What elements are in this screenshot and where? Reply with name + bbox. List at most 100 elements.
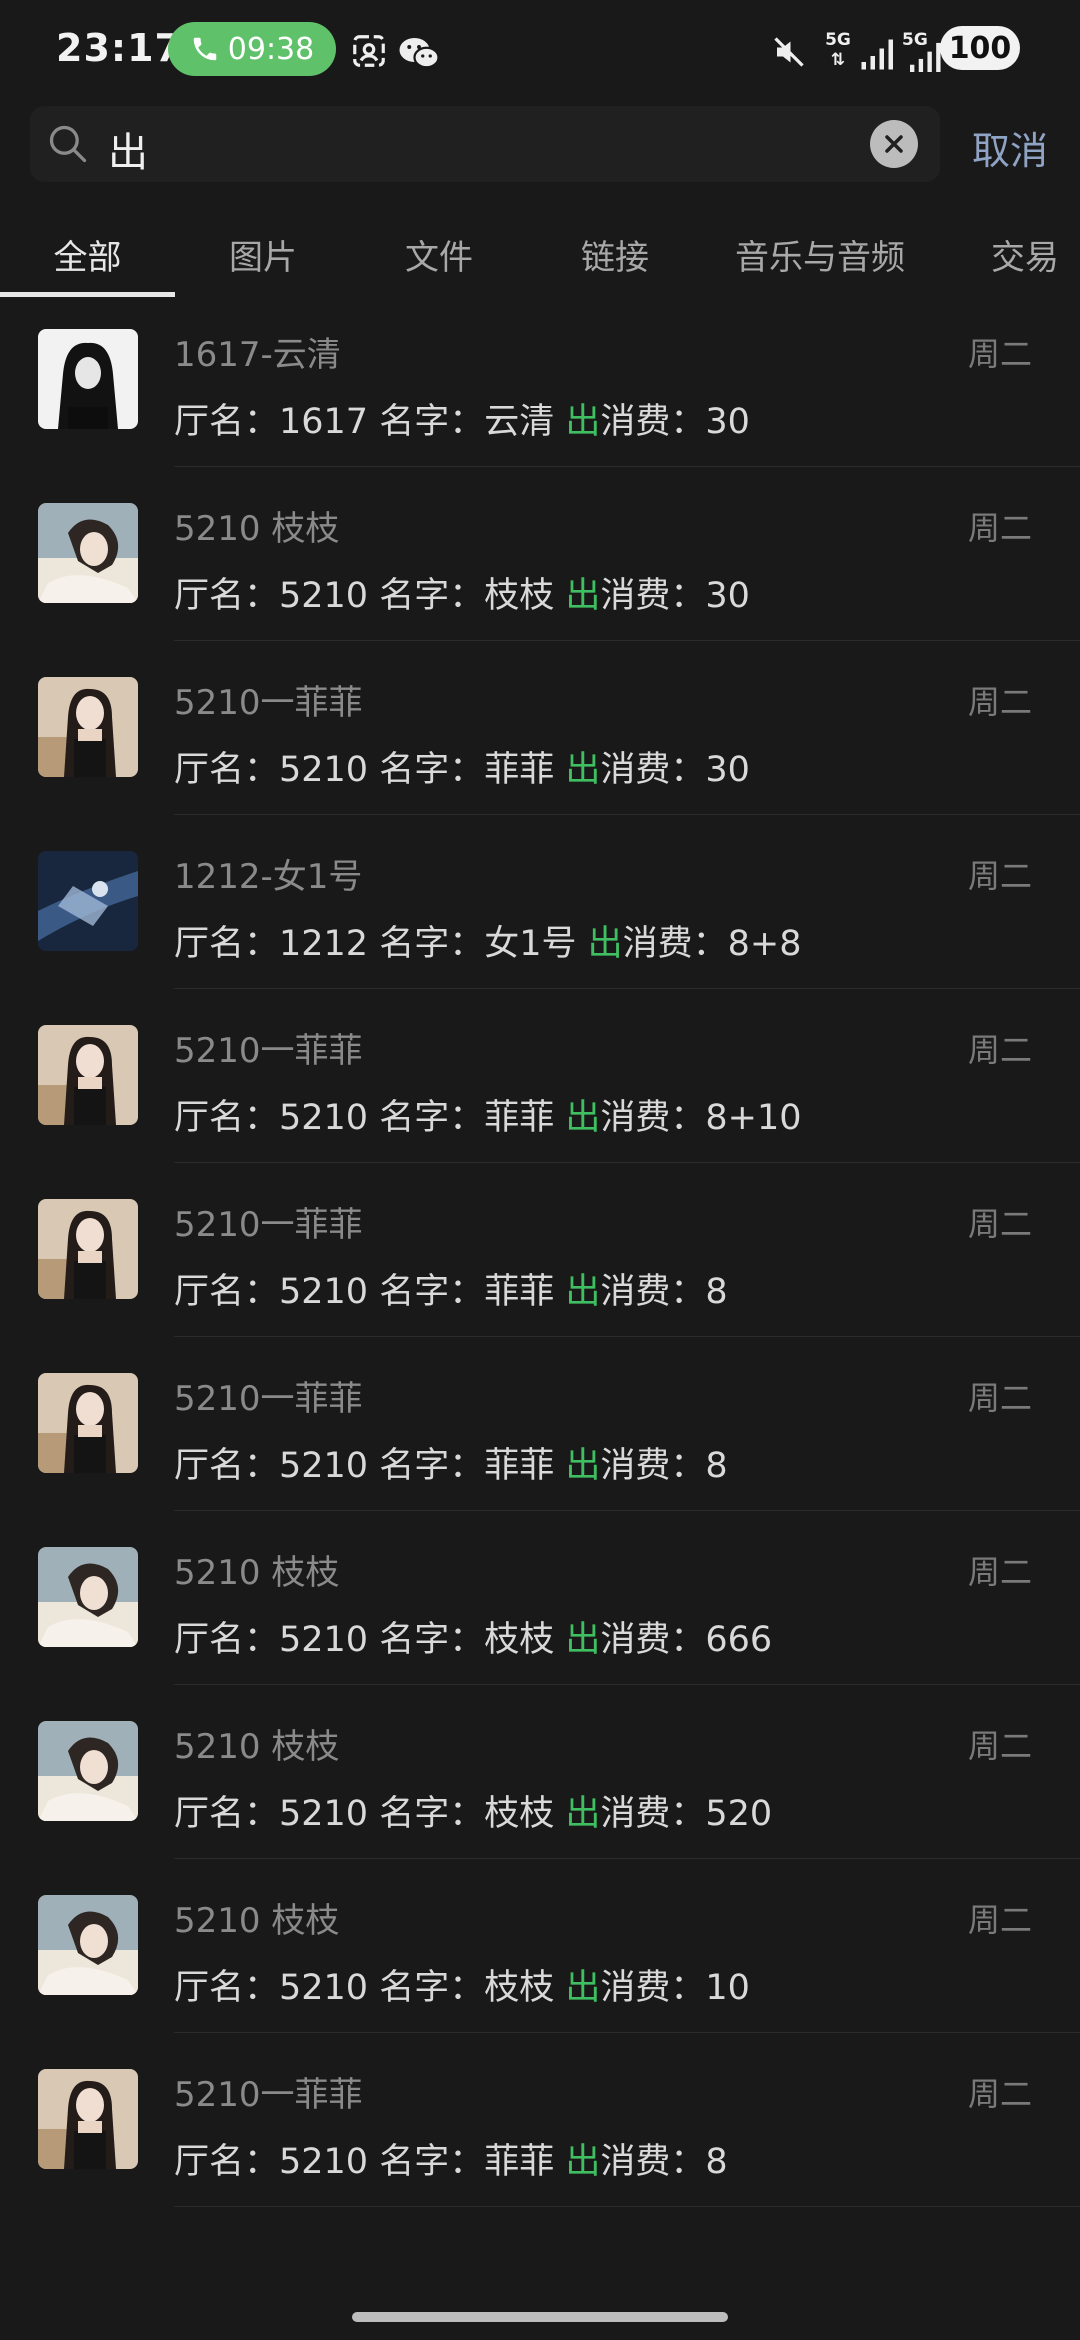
- avatar: [38, 1547, 138, 1647]
- tab-all[interactable]: 全部: [0, 230, 175, 279]
- search-bar[interactable]: 出: [30, 106, 940, 182]
- message-snippet: 厅名：5210 名字：枝枝 出消费：10: [174, 1959, 750, 2010]
- message-prefix: 厅名：5210 名字：枝枝: [174, 1620, 566, 1660]
- message-suffix: 消费：666: [600, 1620, 773, 1660]
- chat-name: 5210 枝枝: [174, 1553, 340, 1593]
- row-divider: [174, 2206, 1080, 2207]
- search-result-row[interactable]: 5210一菲菲厅名：5210 名字：菲菲 出消费：8 周二: [0, 2033, 1080, 2207]
- status-bar: 23:17 09:38 5G ⇅ 5G 100: [0, 0, 1080, 100]
- signal-bars-icon-2: [910, 42, 941, 72]
- status-time: 23:17: [56, 26, 182, 70]
- search-match-highlight: 出: [565, 576, 601, 616]
- search-result-row[interactable]: 5210 枝枝 厅名：5210 名字：枝枝 出消费：30 周二: [0, 467, 1080, 641]
- chat-name: 5210一菲菲: [174, 1205, 363, 1245]
- message-snippet: 厅名：5210 名字：菲菲 出消费：8+10: [174, 1089, 801, 1140]
- search-input[interactable]: 出: [108, 120, 148, 178]
- search-results-list[interactable]: 厅名：1177 名字：软软 出消费：10（全麦试音）1617-云清厅名：1617…: [0, 221, 1080, 2276]
- message-suffix: 消费：8: [600, 2142, 728, 2182]
- tab-images[interactable]: 图片: [175, 230, 351, 279]
- message-date: 周二: [967, 857, 1032, 895]
- chat-name: 5210 枝枝: [174, 1901, 340, 1941]
- chat-name: 5210 枝枝: [174, 509, 340, 549]
- ongoing-call-pill[interactable]: 09:38: [168, 22, 336, 76]
- search-result-row[interactable]: 5210一菲菲厅名：5210 名字：菲菲 出消费：8 周二: [0, 1163, 1080, 1337]
- message-prefix: 厅名：5210 名字：菲菲: [174, 750, 566, 790]
- chat-name: 1212-女1号: [174, 857, 363, 897]
- message-snippet: 厅名：5210 名字：枝枝 出消费：30: [174, 567, 750, 618]
- avatar: [38, 677, 138, 777]
- search-match-highlight: 出: [565, 1098, 601, 1138]
- avatar: [38, 503, 138, 603]
- chat-name: 5210 枝枝: [174, 1727, 340, 1767]
- message-snippet: 厅名：5210 名字：菲菲 出消费：8: [174, 2133, 728, 2184]
- message-suffix: 消费：8: [600, 1446, 728, 1486]
- chat-name: 5210一菲菲: [174, 1031, 363, 1071]
- chat-name: 5210一菲菲: [174, 1379, 363, 1419]
- message-date: 周二: [967, 683, 1032, 721]
- screen-record-icon: [353, 35, 385, 67]
- message-date: 周二: [967, 335, 1032, 373]
- tab-files[interactable]: 文件: [351, 230, 527, 279]
- search-icon: [49, 125, 87, 163]
- search-match-highlight: 出: [565, 2142, 601, 2182]
- avatar: [38, 1373, 138, 1473]
- search-result-row[interactable]: 1212-女1号 厅名：1212 名字：女1号 出消费：8+8 周二: [0, 815, 1080, 989]
- cancel-button[interactable]: 取消: [972, 120, 1048, 175]
- message-snippet: 厅名：5210 名字：菲菲 出消费：30: [174, 741, 750, 792]
- search-match-highlight: 出: [565, 750, 601, 790]
- message-snippet: 厅名：1617 名字：云清 出消费：30: [174, 393, 750, 444]
- search-results-inner: 厅名：1177 名字：软软 出消费：10（全麦试音）1617-云清厅名：1617…: [0, 221, 1080, 2207]
- message-prefix: 厅名：5210 名字：菲菲: [174, 1272, 566, 1312]
- message-date: 周二: [967, 1205, 1032, 1243]
- message-suffix: 消费：520: [600, 1794, 773, 1834]
- message-snippet: 厅名：5210 名字：菲菲 出消费：8: [174, 1263, 728, 1314]
- avatar: [38, 329, 138, 429]
- call-duration: 09:38: [227, 31, 315, 67]
- mute-icon: [774, 37, 804, 67]
- message-snippet: 厅名：5210 名字：枝枝 出消费：520: [174, 1785, 772, 1836]
- message-suffix: 消费：30: [600, 402, 750, 442]
- avatar: [38, 1895, 138, 1995]
- avatar: [38, 2069, 138, 2169]
- mobile-data-icon: 5G ⇅: [820, 30, 856, 74]
- avatar: [38, 1721, 138, 1821]
- message-prefix: 厅名：5210 名字：菲菲: [174, 2142, 566, 2182]
- chat-name: 5210一菲菲: [174, 2075, 363, 2115]
- search-match-highlight: 出: [565, 1794, 601, 1834]
- search-result-row[interactable]: 5210 枝枝 厅名：5210 名字：枝枝 出消费：520 周二: [0, 1685, 1080, 1859]
- home-indicator[interactable]: [352, 2312, 728, 2322]
- search-result-row[interactable]: 1617-云清厅名：1617 名字：云清 出消费：30 周二: [0, 293, 1080, 467]
- search-result-row[interactable]: 5210一菲菲 厅名：5210 名字：菲菲 出消费：8+10 周二: [0, 989, 1080, 1163]
- avatar: [38, 1025, 138, 1125]
- message-date: 周二: [967, 1379, 1032, 1417]
- message-date: 周二: [967, 1901, 1032, 1939]
- tab-links[interactable]: 链接: [527, 230, 703, 279]
- message-date: 周二: [967, 2075, 1032, 2113]
- search-match-highlight: 出: [565, 1968, 601, 2008]
- message-prefix: 厅名：1212 名字：女1号: [174, 924, 588, 964]
- signal-label-1: 5G: [825, 30, 851, 50]
- signal-bars-icon-1: [861, 39, 893, 70]
- clear-search-button[interactable]: [870, 120, 918, 168]
- phone-icon: [193, 37, 217, 61]
- search-result-row[interactable]: 5210 枝枝厅名：5210 名字：枝枝 出消费：10 周二: [0, 1859, 1080, 2033]
- battery-indicator: 100: [940, 26, 1020, 70]
- message-prefix: 厅名：1617 名字：云清: [174, 402, 566, 442]
- avatar: [38, 851, 138, 951]
- message-prefix: 厅名：5210 名字：菲菲: [174, 1098, 566, 1138]
- search-result-row[interactable]: 5210 枝枝厅名：5210 名字：枝枝 出消费：666 周二: [0, 1511, 1080, 1685]
- message-suffix: 消费：30: [600, 576, 750, 616]
- avatar: [38, 1199, 138, 1299]
- message-prefix: 厅名：5210 名字：枝枝: [174, 576, 566, 616]
- search-result-row[interactable]: 5210一菲菲 厅名：5210 名字：菲菲 出消费：30 周二: [0, 641, 1080, 815]
- filter-tabs: 全部 图片 文件 链接 音乐与音频 交易: [0, 222, 1080, 298]
- chat-name: 1617-云清: [174, 335, 341, 375]
- search-match-highlight: 出: [565, 402, 601, 442]
- tab-music-audio[interactable]: 音乐与音频: [715, 230, 925, 279]
- search-result-row[interactable]: 5210一菲菲厅名：5210 名字：菲菲 出消费：8 周二: [0, 1337, 1080, 1511]
- message-prefix: 厅名：5210 名字：枝枝: [174, 1968, 566, 2008]
- tab-transactions[interactable]: 交易: [950, 230, 1080, 279]
- message-date: 周二: [967, 1553, 1032, 1591]
- message-snippet: 厅名：5210 名字：枝枝 出消费：666: [174, 1611, 772, 1662]
- message-snippet: 厅名：5210 名字：菲菲 出消费：8: [174, 1437, 728, 1488]
